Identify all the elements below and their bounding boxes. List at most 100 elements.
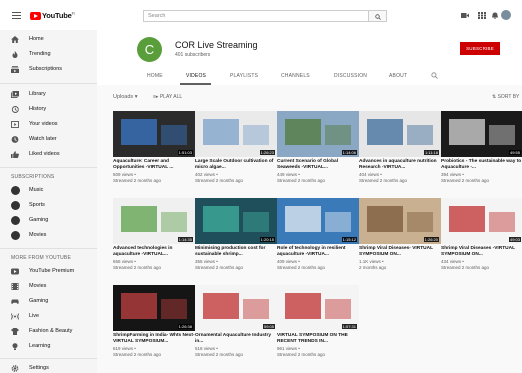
sidebar-item-live[interactable]: Live <box>0 311 97 323</box>
video-views: 404 views <box>359 172 380 177</box>
video-thumbnail[interactable]: 1:26:38 <box>113 285 195 331</box>
video-thumbnail[interactable]: 1:26:23 <box>195 111 277 157</box>
sidebar-item-liked-videos[interactable]: Liked videos <box>0 149 97 161</box>
tab-about[interactable]: ABOUT <box>389 73 407 79</box>
video-views: 394 views <box>441 172 462 177</box>
video-thumbnail[interactable]: 49:03 <box>441 198 522 244</box>
video-title[interactable]: Advances in aquaculture nutrition Resear… <box>359 159 441 171</box>
thumbnail-graphic <box>407 212 433 232</box>
video-card[interactable]: 1:14:06 Current Scenario of Global Seawee… <box>277 111 359 183</box>
video-title[interactable]: Current Scenario of Global Seaweeds -VIR… <box>277 159 359 171</box>
video-title[interactable]: Ornamental Aquaculture Industry in... <box>195 333 277 345</box>
video-thumbnail[interactable]: 1:51:03 <box>113 111 195 157</box>
youtube-logo[interactable]: YouTubeIN <box>30 11 75 20</box>
sidebar-item-youtube-premium[interactable]: YouTube Premium <box>0 266 97 278</box>
video-thumbnail[interactable]: 49:55 <box>441 111 522 157</box>
video-card[interactable]: 1:11:18 Advances in aquaculture nutrition… <box>359 111 441 183</box>
video-title[interactable]: Probiotics - The sustainable way to Aqua… <box>441 159 522 171</box>
sort-by-label: SORT BY <box>497 94 520 100</box>
video-meta: 355 views • Streamed 2 months ago <box>195 259 244 270</box>
video-card[interactable]: 1:26:38 ShrimpFarming in India- Whts Next… <box>113 285 195 357</box>
tab-channels[interactable]: CHANNELS <box>281 73 310 79</box>
video-title[interactable]: Aquaculture: Career and Opportunities -V… <box>113 159 195 171</box>
sidebar-item-your-videos[interactable]: Your videos <box>0 119 97 131</box>
sidebar-item-label: Movies <box>29 232 47 238</box>
sidebar-item-home[interactable]: Home <box>0 34 97 46</box>
more-from-youtube-heading: MORE FROM YOUTUBE <box>11 255 71 261</box>
sidebar-item-more-gaming[interactable]: Gaming <box>0 296 97 308</box>
tab-home[interactable]: HOME <box>147 73 163 79</box>
play-all-button[interactable]: ≡▸ PLAY ALL <box>153 94 182 100</box>
video-thumbnail[interactable]: 1:14:35 <box>113 198 195 244</box>
menu-icon[interactable] <box>12 12 21 20</box>
sidebar-item-movies[interactable]: Movies <box>0 230 97 242</box>
apps-icon[interactable] <box>478 12 486 19</box>
video-card[interactable]: 59:05 Ornamental Aquaculture Industry in.… <box>195 285 277 357</box>
video-title[interactable]: ShrimpFarming in India- Whts Next-VIRTUA… <box>113 333 195 345</box>
video-card[interactable]: 1:15:12 Role of technology in resilient a… <box>277 198 359 270</box>
video-date: Streamed 2 months ago <box>441 177 490 183</box>
video-thumbnail[interactable]: 1:11:18 <box>359 111 441 157</box>
uploads-dropdown[interactable]: Uploads ▾ <box>113 94 137 100</box>
video-title[interactable]: Advanced technologies in aquaculture -VI… <box>113 246 195 258</box>
sidebar-item-sports[interactable]: Sports <box>0 200 97 212</box>
video-card[interactable]: 49:03 Shrimp Viral Diseases -VIRTUAL SYMP… <box>441 198 522 270</box>
youtube-play-icon <box>30 11 41 20</box>
search-button[interactable] <box>369 10 387 22</box>
video-card[interactable]: 1:26:23 Large Scale Outdoor cultivation o… <box>195 111 277 183</box>
sidebar: Home Trending Subscriptions Library Hist… <box>0 30 97 373</box>
thumbnail-graphic <box>203 206 239 232</box>
video-title[interactable]: Role of technology in resilient aquacult… <box>277 246 359 258</box>
sidebar-item-fashion-beauty[interactable]: Fashion & Beauty <box>0 326 97 338</box>
tab-playlists[interactable]: PLAYLISTS <box>230 73 258 79</box>
video-card[interactable]: 1:20:15 Minimising production cost for su… <box>195 198 277 270</box>
video-thumbnail[interactable]: 1:57:31 <box>277 285 359 331</box>
search-input[interactable]: Search <box>143 10 369 22</box>
video-thumbnail[interactable]: 1:15:12 <box>277 198 359 244</box>
sidebar-item-label: Movies <box>29 283 47 289</box>
sidebar-item-more-movies[interactable]: Movies <box>0 281 97 293</box>
video-thumbnail[interactable]: 1:26:20 <box>359 198 441 244</box>
account-avatar[interactable] <box>501 10 511 20</box>
sort-by-button[interactable]: ⇅ SORT BY <box>492 94 519 100</box>
video-card[interactable]: 1:51:03 Aquaculture: Career and Opportuni… <box>113 111 195 183</box>
video-thumbnail[interactable]: 1:20:15 <box>195 198 277 244</box>
video-title[interactable]: Shrimp Viral Diseases -VIRTUAL SYMPOSIUM… <box>441 246 522 258</box>
video-title[interactable]: Minimising production cost for sustainab… <box>195 246 277 258</box>
video-thumbnail[interactable]: 59:05 <box>195 285 277 331</box>
sidebar-item-subscriptions[interactable]: Subscriptions <box>0 64 97 76</box>
sidebar-divider <box>0 167 97 168</box>
video-card[interactable]: 1:14:35 Advanced technologies in aquacult… <box>113 198 195 270</box>
liked-icon <box>11 151 19 158</box>
sidebar-item-settings[interactable]: Settings <box>0 363 97 373</box>
video-title[interactable]: VIRTUAL SYMPOSIUM ON THE RECENT TRENDS I… <box>277 333 359 345</box>
video-thumbnail[interactable]: 1:14:06 <box>277 111 359 157</box>
sidebar-item-history[interactable]: History <box>0 104 97 116</box>
sidebar-item-learning[interactable]: Learning <box>0 341 97 353</box>
video-date: Streamed 2 months ago <box>113 177 162 183</box>
video-duration: 1:15:12 <box>341 237 357 242</box>
subscribe-button[interactable]: SUBSCRIBE <box>460 42 500 55</box>
video-date: Streamed 2 months ago <box>195 177 244 183</box>
channel-avatar[interactable]: C <box>137 37 162 62</box>
video-title[interactable]: Large Scale Outdoor cultivation of micro… <box>195 159 277 171</box>
video-views: 518 views <box>195 346 216 351</box>
sidebar-item-gaming[interactable]: Gaming <box>0 215 97 227</box>
logo-country: IN <box>71 11 75 16</box>
notifications-icon[interactable] <box>491 12 499 19</box>
video-meta: 509 views • Streamed 2 months ago <box>113 172 162 183</box>
channel-search-icon[interactable] <box>431 72 438 79</box>
video-card[interactable]: 1:57:31 VIRTUAL SYMPOSIUM ON THE RECENT T… <box>277 285 359 357</box>
video-card[interactable]: 1:26:20 Shrimp Viral Diseases- VIRTUAL SY… <box>359 198 441 270</box>
video-title[interactable]: Shrimp Viral Diseases- VIRTUAL SYMPOSIUM… <box>359 246 441 258</box>
sidebar-item-library[interactable]: Library <box>0 89 97 101</box>
sidebar-item-trending[interactable]: Trending <box>0 49 97 61</box>
watch-later-icon <box>11 136 19 143</box>
thumbnail-graphic <box>161 125 187 145</box>
video-card[interactable]: 49:55 Probiotics - The sustainable way to… <box>441 111 522 183</box>
sidebar-item-music[interactable]: Music <box>0 185 97 197</box>
create-video-icon[interactable] <box>461 12 469 19</box>
tab-videos[interactable]: VIDEOS <box>186 73 206 79</box>
tab-discussion[interactable]: DISCUSSION <box>334 73 367 79</box>
sidebar-item-watch-later[interactable]: Watch later <box>0 134 97 146</box>
